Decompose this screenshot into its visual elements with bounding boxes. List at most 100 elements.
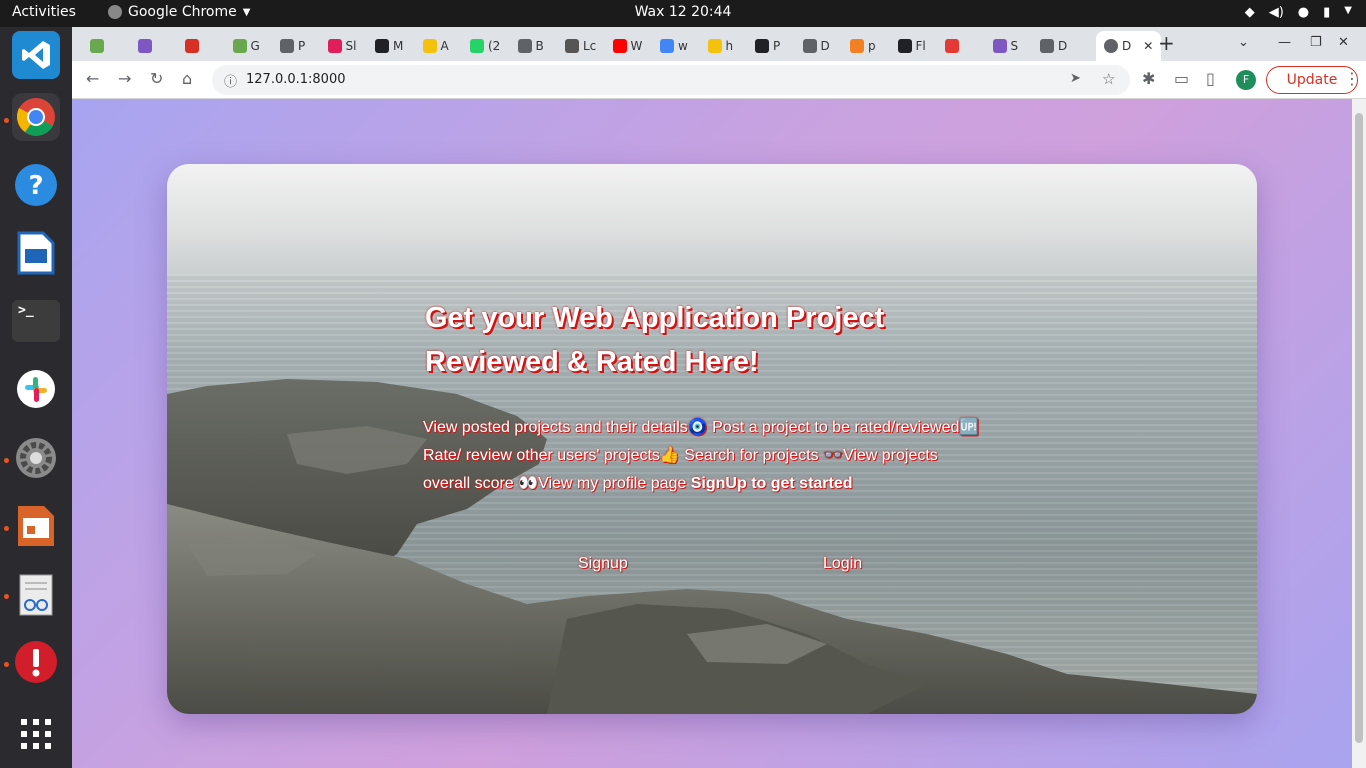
tab-label: G xyxy=(250,39,260,53)
slack-icon[interactable] xyxy=(12,365,60,413)
minimize-button[interactable]: — xyxy=(1278,35,1291,50)
wifi-icon: ◆ xyxy=(1244,5,1255,20)
writer-icon[interactable] xyxy=(12,229,60,277)
update-label: Update xyxy=(1286,72,1338,88)
browser-tab[interactable]: D xyxy=(1040,33,1067,59)
help-icon[interactable]: ? xyxy=(12,161,60,209)
home-icon[interactable]: ⌂ xyxy=(182,69,192,88)
app-grid-icon[interactable] xyxy=(12,710,60,758)
running-indicator xyxy=(4,458,9,463)
tab-search-icon[interactable]: ⌄ xyxy=(1238,35,1249,50)
address-url[interactable]: 127.0.0.1:8000 xyxy=(246,72,346,87)
activities-button[interactable]: Activities xyxy=(12,4,76,20)
tab-favicon-icon xyxy=(992,39,1007,53)
browser-tab[interactable] xyxy=(90,33,108,59)
browser-tab[interactable]: w xyxy=(660,33,688,59)
browser-tab[interactable]: B xyxy=(517,33,544,59)
browser-tab[interactable]: S xyxy=(992,33,1019,59)
chevron-down-icon: ▼ xyxy=(242,6,251,18)
vscode-icon[interactable] xyxy=(12,31,60,79)
address-bar[interactable]: ⓘ 127.0.0.1:8000 ➤ ☆ xyxy=(212,65,1130,95)
forward-icon[interactable]: → xyxy=(118,69,131,88)
dock: ? >_ xyxy=(0,27,72,768)
maximize-button[interactable]: ❐ xyxy=(1310,35,1322,50)
browser-tab[interactable]: M xyxy=(375,33,403,59)
browser-tab[interactable]: W xyxy=(612,33,643,59)
tab-favicon-icon xyxy=(280,39,294,53)
tab-favicon-icon xyxy=(707,39,722,53)
browser-tab[interactable]: P xyxy=(755,33,780,59)
reload-icon[interactable]: ↻ xyxy=(150,69,163,88)
signup-link[interactable]: Signup xyxy=(578,555,628,573)
cast-icon[interactable]: ▭ xyxy=(1174,69,1189,88)
browser-tab[interactable] xyxy=(137,33,156,59)
terminal-icon[interactable]: >_ xyxy=(12,300,60,342)
browser-tab[interactable] xyxy=(185,33,203,59)
tab-label: P xyxy=(298,39,306,53)
running-indicator xyxy=(4,594,9,599)
close-window-button[interactable]: ✕ xyxy=(1338,35,1349,50)
system-top-bar: Activities Google Chrome ▼ Wax 12 20:44 … xyxy=(0,0,1366,27)
browser-tab[interactable]: Lc xyxy=(565,33,596,59)
hero-line-1: View posted projects and their details🧿 … xyxy=(423,419,980,436)
close-icon[interactable]: ✕ xyxy=(1143,39,1153,53)
browser-tab[interactable]: D xyxy=(802,33,830,59)
tab-active[interactable]: D ✕ xyxy=(1096,31,1162,61)
chrome-small-icon xyxy=(108,5,122,19)
side-panel-icon[interactable]: ▯ xyxy=(1206,69,1215,88)
tab-favicon-icon xyxy=(137,39,152,53)
globe-icon xyxy=(1104,39,1118,53)
document-viewer-icon[interactable] xyxy=(12,571,60,619)
tab-favicon-icon xyxy=(185,39,199,53)
browser-tab[interactable]: Fl xyxy=(897,33,926,59)
app-menu[interactable]: Google Chrome ▼ xyxy=(108,4,250,20)
bookmark-star-icon[interactable]: ☆ xyxy=(1102,70,1115,88)
clock[interactable]: Wax 12 20:44 xyxy=(635,4,732,20)
site-info-icon[interactable]: ⓘ xyxy=(224,71,237,90)
page-scrollbar[interactable] xyxy=(1352,99,1366,768)
hero-line-2: Rate/ review other users' projects👍 Sear… xyxy=(423,447,938,464)
tab-label: B xyxy=(535,39,544,53)
hero-description: View posted projects and their details🧿 … xyxy=(423,414,1023,498)
tab-label: p xyxy=(868,39,876,53)
tab-label: (2 xyxy=(488,39,501,53)
browser-tab[interactable]: Sl xyxy=(327,33,357,59)
running-indicator xyxy=(4,118,9,123)
hero-line-3-text: overall score 👀View my profile page xyxy=(423,475,691,492)
tab-label: Sl xyxy=(345,39,357,53)
system-tray[interactable]: ◆ ◀) ● ▮ ▼ xyxy=(1245,5,1352,20)
browser-tab[interactable]: p xyxy=(850,33,876,59)
tab-favicon-icon xyxy=(612,39,627,53)
impress-icon[interactable] xyxy=(12,502,60,550)
kebab-menu-icon[interactable]: ⋮ xyxy=(1344,69,1360,88)
back-icon[interactable]: ← xyxy=(86,69,99,88)
send-icon[interactable]: ➤ xyxy=(1070,71,1081,86)
microphone-icon: ● xyxy=(1297,5,1310,20)
running-indicator xyxy=(4,526,9,531)
scrollbar-thumb[interactable] xyxy=(1355,113,1363,743)
settings-icon[interactable] xyxy=(12,434,60,482)
tab-label: S xyxy=(1010,39,1019,53)
tab-label: M xyxy=(393,39,404,53)
profile-avatar[interactable]: F xyxy=(1236,70,1256,90)
tab-label: W xyxy=(630,39,643,53)
tab-favicon-icon xyxy=(470,39,484,53)
browser-tab[interactable] xyxy=(945,33,963,59)
browser-tab[interactable]: A xyxy=(422,33,449,59)
app-menu-label: Google Chrome xyxy=(128,4,237,20)
chevron-down-icon: ▼ xyxy=(1344,5,1352,16)
battery-icon: ▮ xyxy=(1323,5,1331,20)
tab-favicon-icon xyxy=(850,39,864,53)
chrome-icon[interactable] xyxy=(12,93,60,141)
login-link[interactable]: Login xyxy=(823,555,862,573)
extensions-icon[interactable]: ✱ xyxy=(1142,69,1155,88)
update-notifier-icon[interactable] xyxy=(12,638,60,686)
tab-favicon-icon xyxy=(422,39,437,53)
tab-label: Fl xyxy=(915,39,926,53)
browser-tab[interactable]: P xyxy=(280,33,305,59)
tab-favicon-icon xyxy=(375,39,389,53)
browser-tab[interactable]: G xyxy=(232,33,260,59)
browser-tab[interactable]: h xyxy=(707,33,733,59)
new-tab-button[interactable]: + xyxy=(1158,31,1175,55)
browser-tab[interactable]: (2 xyxy=(470,33,500,59)
